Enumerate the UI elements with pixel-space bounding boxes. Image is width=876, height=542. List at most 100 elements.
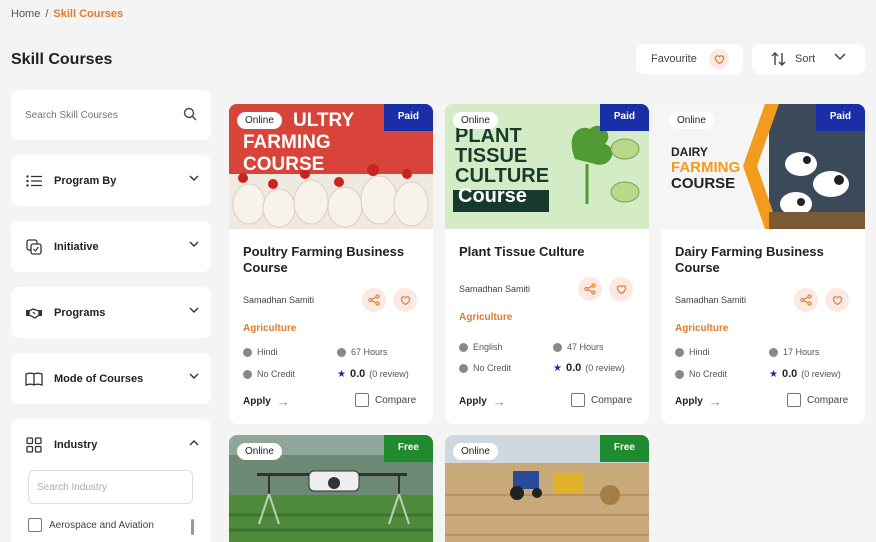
search-icon[interactable] — [183, 107, 197, 121]
duration: 47 Hours — [553, 342, 604, 352]
compare-label: Compare — [375, 394, 417, 406]
filter-label: Initiative — [54, 240, 99, 253]
heart-icon[interactable] — [393, 288, 417, 312]
language-value: Hindi — [257, 347, 278, 357]
checkbox[interactable] — [28, 518, 42, 532]
institute-name: Samadhan Samiti — [459, 284, 531, 294]
compare-checkbox[interactable]: Compare — [355, 393, 416, 407]
industry-search-input[interactable]: Search Industry — [28, 470, 193, 504]
heart-icon[interactable] — [825, 288, 849, 312]
star-icon: ★ — [553, 362, 562, 374]
rating-value: 0.0 — [349, 368, 366, 380]
star-icon: ★ — [769, 368, 778, 380]
course-thumbnail: DAIRY FARMING COURSE Online Paid — [661, 104, 865, 229]
chevron-down-icon — [189, 373, 199, 380]
review-count: (0 review) — [801, 369, 841, 379]
language: Hindi — [675, 347, 710, 357]
rating: ★ 0.0 (0 review) — [553, 362, 625, 374]
course-title[interactable]: Poultry Farming Business Course — [243, 244, 423, 276]
credit: No Credit — [459, 363, 511, 373]
institute-name: Samadhan Samiti — [675, 295, 747, 305]
chevron-down-icon — [189, 241, 199, 248]
language-value: Hindi — [689, 347, 710, 357]
industry-option-label: Aerospace and Aviation — [49, 519, 154, 531]
star-icon: ★ — [337, 368, 346, 380]
filter-label: Industry — [54, 438, 98, 451]
sort-button[interactable]: Sort — [752, 44, 865, 74]
filter-initiative[interactable]: Initiative — [11, 221, 211, 272]
share-icon[interactable] — [362, 288, 386, 312]
poster-text: COURSE — [671, 175, 736, 192]
poster-text: FARMING — [243, 132, 331, 153]
poster-text: Course — [458, 185, 527, 207]
course-thumbnail: Online Free — [445, 435, 649, 542]
course-card[interactable]: Online Free — [229, 435, 433, 542]
compare-checkbox[interactable]: Compare — [787, 393, 848, 407]
language-value: English — [473, 342, 503, 352]
course-title[interactable]: Plant Tissue Culture — [459, 244, 639, 260]
credit: No Credit — [675, 369, 727, 379]
rating: ★ 0.0 (0 review) — [769, 368, 841, 380]
favourite-button[interactable]: Favourite — [636, 44, 743, 74]
course-card[interactable]: PLANT TISSUE CULTURE Course Online Paid … — [445, 104, 649, 424]
mode-badge: Online — [453, 443, 498, 460]
poster-text: TISSUE — [455, 145, 528, 167]
course-card[interactable]: DAIRY FARMING COURSE Online Paid Dairy F… — [661, 104, 865, 424]
duration-value: 67 Hours — [351, 347, 388, 357]
poster-text: FARMING — [671, 159, 741, 176]
poster-text: DAIRY — [671, 145, 708, 159]
course-search — [11, 90, 211, 140]
filter-programs[interactable]: Programs — [11, 287, 211, 338]
compare-checkbox[interactable]: Compare — [571, 393, 632, 407]
rating: ★ 0.0 (0 review) — [337, 368, 409, 380]
checkbox[interactable] — [571, 393, 585, 407]
price-badge: Free — [383, 435, 433, 462]
poster-text: PLANT — [455, 125, 522, 147]
course-thumbnail: PLANT TISSUE CULTURE Course Online Paid — [445, 104, 649, 229]
book-icon — [25, 370, 43, 388]
info-icon — [459, 363, 468, 373]
category-label: Agriculture — [459, 312, 513, 323]
apply-link[interactable]: Apply → — [459, 394, 506, 409]
checkbox[interactable] — [355, 393, 369, 407]
industry-option[interactable]: Aerospace and Aviation — [28, 518, 154, 532]
price-badge: Paid — [599, 104, 649, 131]
heart-icon — [709, 49, 729, 69]
filter-industry: Industry Search Industry Aerospace and A… — [11, 419, 211, 542]
course-card[interactable]: ULTRY FARMING COURSE Online Paid Poultry… — [229, 104, 433, 424]
course-card[interactable]: Online Free — [445, 435, 649, 542]
credit-value: No Credit — [257, 369, 296, 379]
breadcrumb-home[interactable]: Home — [11, 8, 40, 20]
course-title[interactable]: Dairy Farming Business Course — [675, 244, 855, 276]
mode-badge: Online — [237, 112, 282, 129]
sort-label: Sort — [795, 53, 816, 65]
chevron-down-icon — [189, 307, 199, 314]
globe-icon — [459, 342, 468, 352]
filter-mode-of-courses[interactable]: Mode of Courses — [11, 353, 211, 404]
credit: No Credit — [243, 369, 295, 379]
sort-icon — [771, 52, 787, 66]
clock-icon — [337, 347, 346, 357]
info-icon — [675, 369, 684, 379]
share-icon[interactable] — [794, 288, 818, 312]
apply-link[interactable]: Apply → — [675, 394, 722, 409]
poster-text: COURSE — [243, 154, 325, 175]
filter-industry-header[interactable]: Industry — [11, 419, 211, 470]
breadcrumb-separator: / — [45, 8, 49, 20]
share-icon[interactable] — [578, 277, 602, 301]
price-badge: Paid — [383, 104, 433, 131]
filter-label: Mode of Courses — [54, 372, 144, 385]
scrollbar[interactable] — [191, 519, 194, 535]
poster-text: CULTURE — [455, 165, 550, 187]
course-search-input[interactable] — [25, 109, 175, 121]
grid-icon — [25, 436, 43, 454]
apply-link[interactable]: Apply → — [243, 394, 290, 409]
chevron-down-icon — [834, 53, 846, 61]
review-count: (0 review) — [369, 369, 409, 379]
arrow-right-icon: → — [708, 394, 722, 409]
checkbox[interactable] — [787, 393, 801, 407]
clock-icon — [553, 342, 562, 352]
filter-program-by[interactable]: Program By — [11, 155, 211, 206]
list-icon — [25, 172, 43, 190]
heart-icon[interactable] — [609, 277, 633, 301]
